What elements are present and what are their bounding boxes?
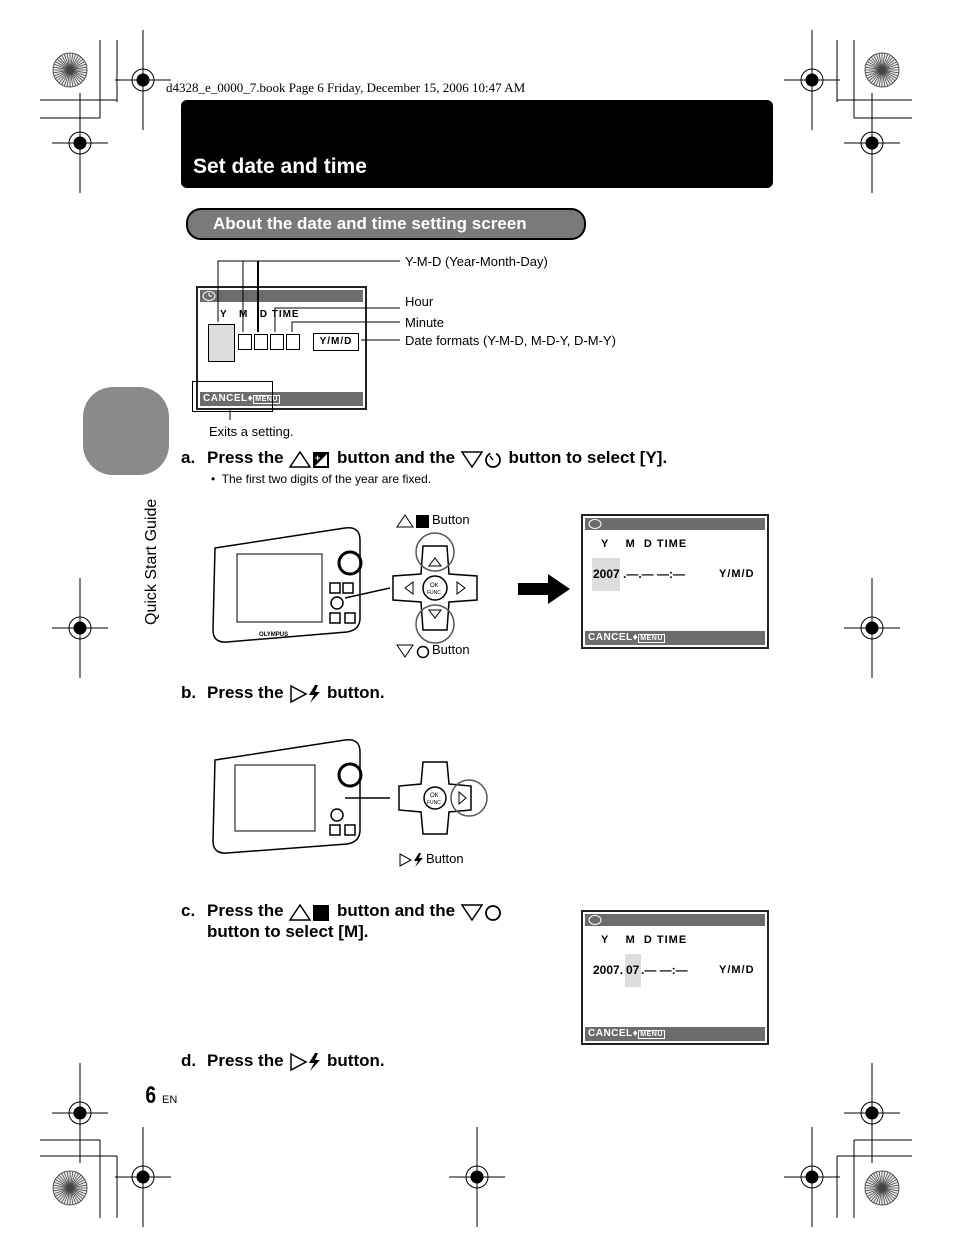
year-field[interactable] [208, 324, 235, 362]
callout-exit: Exits a setting. [209, 424, 294, 439]
down-arrow [428, 609, 442, 619]
down-selftimer-icon [396, 644, 430, 658]
camera-body [212, 527, 361, 643]
up-button-highlight [415, 532, 455, 572]
step-c-line2: button to select [M]. [207, 922, 369, 941]
cancel-bar[interactable]: CANCEL♦ MENU [585, 1027, 765, 1041]
section-heading-text: About the date and time setting screen [213, 214, 527, 233]
down-button-caption: Button [396, 642, 470, 659]
shutter-dial [337, 550, 363, 576]
down-selftimer-icon [460, 903, 501, 921]
step-a: a. Press the + button and the button to s… [181, 448, 668, 468]
callout-hour: Hour [405, 294, 434, 309]
minute-field[interactable] [286, 334, 300, 350]
registration-mark [115, 1127, 171, 1227]
registration-mark [844, 93, 900, 193]
registration-mark [52, 578, 108, 678]
color-rosette [52, 52, 88, 88]
remaining-fields: .— —:— [641, 963, 688, 977]
step-c: c. Press the button and the [181, 901, 504, 922]
page-language: EN [162, 1094, 178, 1106]
registration-mark [844, 578, 900, 678]
title-bar: Set date and time [181, 100, 773, 188]
lcd-screen-c: Y M D TIME 2007. 07 .— —:— Y/M/D CANCEL♦… [581, 910, 769, 1045]
down-button-highlight [415, 604, 455, 644]
callout-minute: Minute [405, 315, 445, 330]
registration-mark [844, 1063, 900, 1163]
lcd-screen-a: Y M D TIME 2007 .—.— —:— Y/M/D CANCEL♦ ME… [581, 514, 769, 649]
side-tab [83, 387, 169, 475]
svg-text:FUNC: FUNC [427, 590, 441, 596]
svg-text:FUNC: FUNC [427, 800, 441, 806]
hour-field[interactable] [270, 334, 284, 350]
page-number: 6 [145, 1082, 157, 1109]
color-rosette [864, 52, 900, 88]
clock-icon [588, 519, 602, 529]
clock-icon [588, 915, 602, 925]
up-exposure-icon: + [288, 450, 330, 468]
lcd-headers: Y M D TIME [601, 538, 688, 550]
registration-mark [784, 30, 840, 130]
up-button-caption: Button [396, 512, 470, 529]
lcd-top-bar [585, 518, 765, 530]
callout-ymd: Y-M-D (Year-Month-Day) [405, 254, 548, 269]
down-selftimer-icon [460, 450, 501, 468]
step-b: b. Press the button. [181, 683, 385, 703]
print-info: d4328_e_0000_7.book Page 6 Friday, Decem… [166, 80, 526, 95]
step-d: d. Press the button. [181, 1051, 385, 1071]
section-heading: About the date and time setting screen [186, 208, 586, 240]
color-rosette [52, 1170, 88, 1206]
up-exposure-icon [396, 513, 429, 528]
month-value: 07 [626, 963, 640, 977]
right-flash-icon [290, 1052, 321, 1071]
callout-formats: Date formats (Y-M-D, M-D-Y, D-M-Y) [405, 333, 616, 348]
brand-label: OLYMPUS [259, 632, 288, 638]
year-value: 2007. [593, 963, 624, 977]
camera-screen [236, 553, 323, 623]
lcd-headers: Y M D TIME [220, 309, 300, 320]
clock-icon [202, 291, 216, 301]
dpad: OKFUNC [398, 761, 488, 835]
step-a-note: • The first two digits of the year are f… [211, 472, 432, 486]
right-flash-icon [399, 852, 423, 867]
right-button-caption: Button [398, 851, 464, 868]
date-format: Y/M/D [719, 964, 755, 976]
remaining-fields: .—.— —:— [623, 567, 685, 581]
right-flash-icon [290, 684, 321, 703]
registration-mark [784, 1127, 840, 1227]
date-format: Y/M/D [719, 568, 755, 580]
camera-illustration-b: OKFUNC [212, 739, 488, 854]
lcd-top-bar [200, 290, 363, 302]
svg-text:OK: OK [430, 583, 439, 589]
lcd-headers: Y M D TIME [601, 934, 688, 946]
color-rosette [864, 1170, 900, 1206]
registration-mark [449, 1127, 505, 1227]
day-field[interactable] [254, 334, 268, 350]
cancel-bar[interactable]: CANCEL♦ MENU [585, 631, 765, 645]
dpad: OKFUNC [392, 532, 478, 644]
registration-mark [115, 30, 171, 130]
svg-text:OK: OK [430, 793, 439, 799]
page-title: Set date and time [193, 155, 367, 178]
lcd-top-bar [585, 914, 765, 926]
arrow-right-icon [518, 574, 570, 604]
cancel-highlight-box [192, 381, 273, 412]
date-format-field[interactable]: Y/M/D [313, 333, 359, 351]
svg-text:+: + [315, 453, 320, 463]
camera-illustration-a: OLYMPUS OKFUNC [212, 527, 478, 644]
side-tab-label: Quick Start Guide [143, 498, 160, 625]
up-arrow [428, 557, 442, 567]
up-exposure-icon [288, 903, 330, 921]
month-field[interactable] [238, 334, 252, 350]
year-value: 2007 [593, 567, 620, 581]
